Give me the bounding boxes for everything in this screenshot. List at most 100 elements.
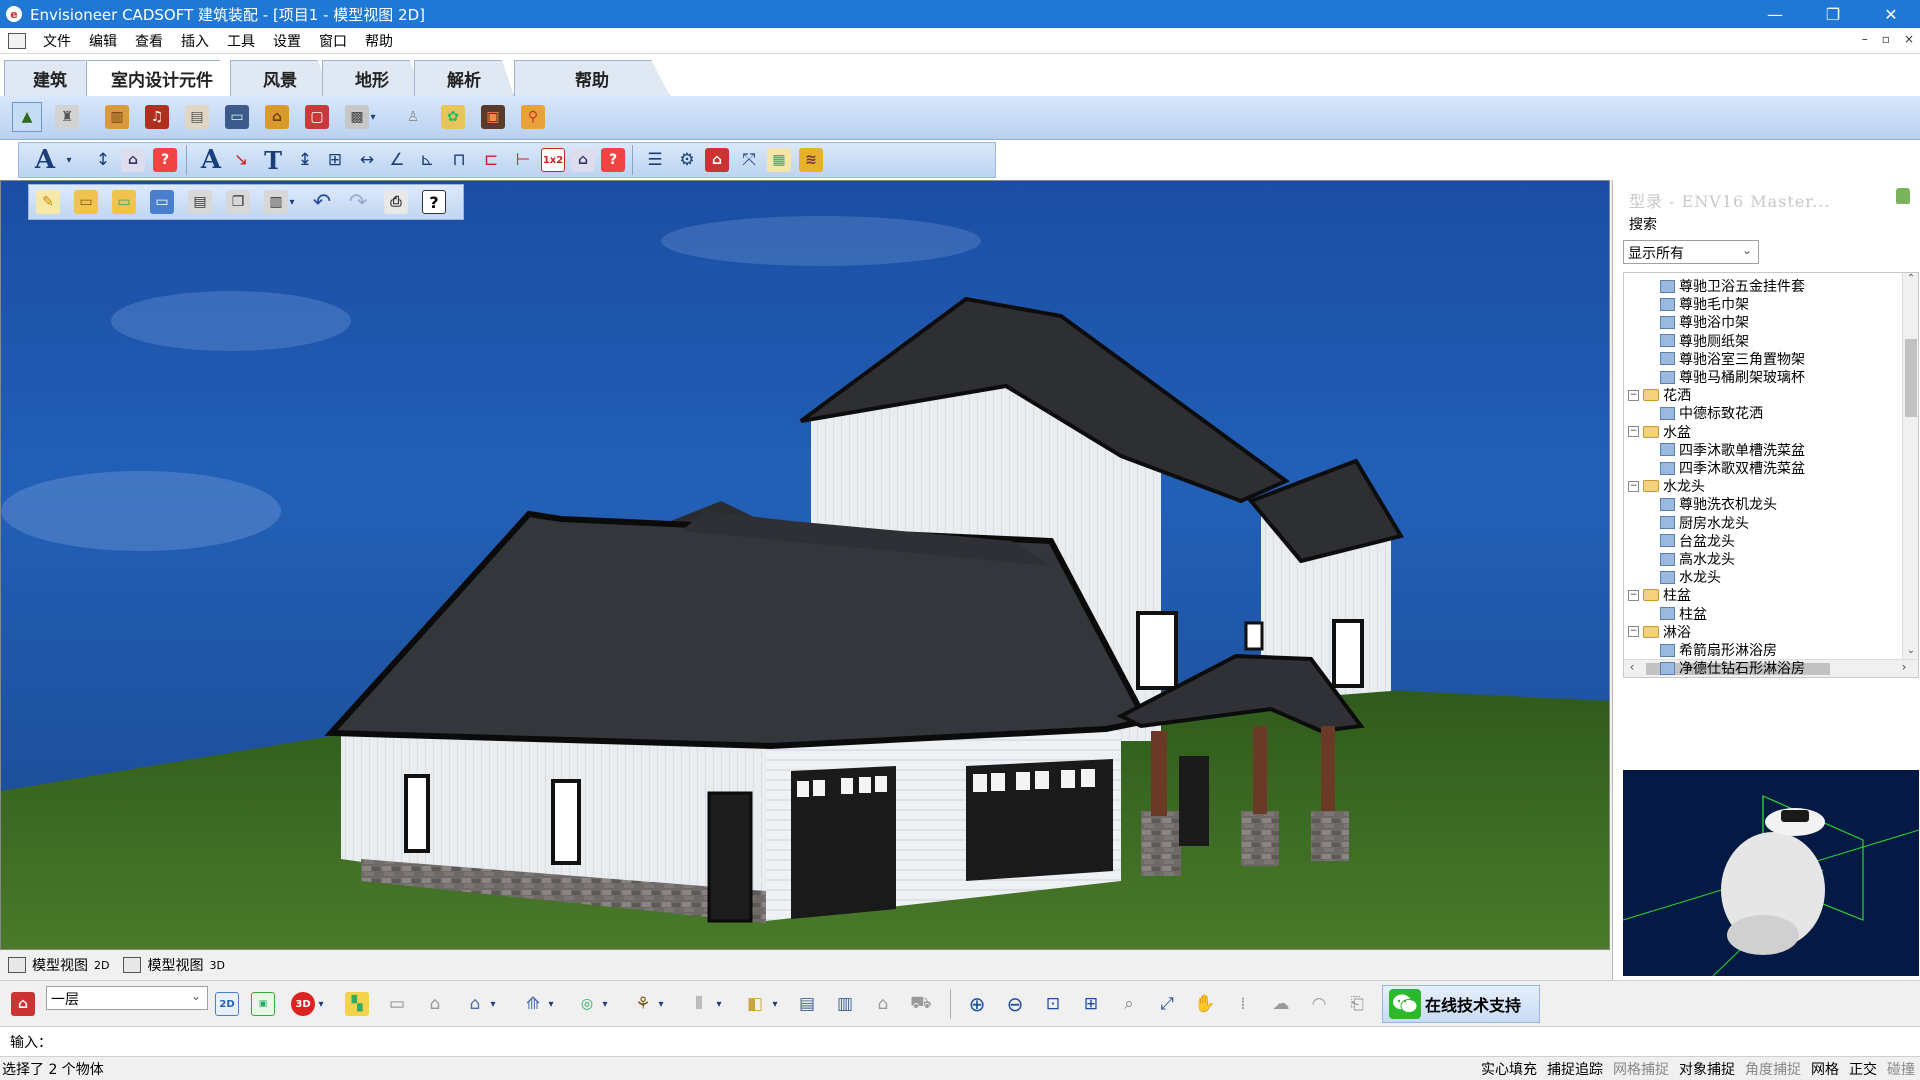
menu-insert[interactable]: 插入 [172,31,218,51]
tree-vertical-scrollbar[interactable]: ⌃ ⌄ [1902,273,1918,661]
decor-dropdown-icon[interactable]: ▾ [366,102,380,132]
tree-item[interactable]: 箭牌一字形淋浴房 [1660,677,1791,678]
menu-window[interactable]: 窗口 [310,31,356,51]
catalog-filter-select[interactable]: 显示所有 ⌄ [1623,240,1759,264]
zoom-window-icon[interactable]: ⊡ [1038,989,1068,1019]
collapse-icon[interactable]: − [1628,426,1639,438]
spotlight-dropdown-icon[interactable]: ▾ [654,989,668,1019]
tree-item[interactable]: 尊驰厕纸架 [1660,332,1749,350]
scroll-left-icon[interactable]: ‹ [1624,660,1640,677]
tree-item[interactable]: 净德仕钻石形淋浴房 [1660,659,1805,677]
floor-manager-icon[interactable]: ⌂ [8,989,38,1019]
new-file-icon[interactable]: ✎ [33,187,63,217]
scroll-up-icon[interactable]: ⌃ [1903,273,1918,289]
status-toggle[interactable]: 捕捉追踪 [1542,1059,1608,1079]
tree-item[interactable]: 四季沐歌双槽洗菜盆 [1660,459,1805,477]
mdi-minimize-button[interactable]: – [1862,32,1868,46]
select-pointer-icon[interactable]: ▲ [12,102,42,132]
plumbing-icon[interactable]: ⚲ [518,102,548,132]
close-button[interactable]: ✕ [1862,0,1920,28]
zoom-out-icon[interactable]: ⊖ [1000,989,1030,1019]
menu-view[interactable]: 查看 [126,31,172,51]
fireplace-icon[interactable]: ▣ [478,102,508,132]
report-chart-icon[interactable]: ▦ [764,145,794,175]
online-support-button[interactable]: 在线技术支持 [1382,985,1540,1023]
dimension-vertical-icon[interactable]: ↕ [88,145,118,175]
fly-icon[interactable]: ☁ [1266,989,1296,1019]
tree-item[interactable]: 尊驰浴室三角置物架 [1660,350,1805,368]
menu-file[interactable]: 文件 [34,31,80,51]
text-box-icon[interactable]: T [258,145,288,175]
dimension-icon[interactable]: ↨ [290,145,320,175]
render-modes-icon[interactable]: ▚ [342,989,372,1019]
tree-item[interactable]: 厨房水龙头 [1660,514,1749,532]
fence-dropdown-icon[interactable]: ▾ [712,989,726,1019]
collapse-icon[interactable]: − [1628,589,1639,601]
exterior-view-icon[interactable]: ⌂ [868,989,898,1019]
headset-icon[interactable]: ◠ [1304,989,1334,1019]
open-recent-icon[interactable]: ▭ [109,187,139,217]
text-style-dropdown-icon[interactable]: ▾ [62,145,76,175]
lamp-icon[interactable]: ♙ [398,102,428,132]
tree-folder[interactable]: − 水盆 [1628,423,1691,441]
layers-icon[interactable]: ≋ [796,145,826,175]
baseline-dimension-icon[interactable]: ⊏ [476,145,506,175]
chain-dimension-icon[interactable]: ⊢ [508,145,538,175]
status-toggle[interactable]: 正交 [1844,1059,1882,1079]
status-toggle[interactable]: 网格 [1806,1059,1844,1079]
magnifier-icon[interactable]: ⌕ [1114,989,1144,1019]
tree-item[interactable]: 水龙头 [1660,568,1721,586]
leader-text-icon[interactable]: ↘ [226,145,256,175]
cube-icon[interactable]: ◧ [740,989,770,1019]
scroll-right-icon[interactable]: › [1896,660,1912,677]
elevation-view-icon[interactable]: ▤ [792,989,822,1019]
fence-icon[interactable]: ⦀ [684,989,714,1019]
status-toggle[interactable]: 角度捕捉 [1740,1059,1806,1079]
house-view-dropdown-icon[interactable]: ▾ [486,989,500,1019]
section-view-icon[interactable]: ▥ [830,989,860,1019]
cube-dropdown-icon[interactable]: ▾ [768,989,782,1019]
catalog-dropdown-icon[interactable]: ▾ [285,187,299,217]
text-icon[interactable]: A [196,145,226,175]
tree-item[interactable]: 高水龙头 [1660,550,1735,568]
document-icon[interactable] [8,32,26,49]
tree-folder[interactable]: − 水龙头 [1628,477,1705,495]
room-info-icon[interactable]: ⌂ [568,145,598,175]
tree-item[interactable]: 台盆龙头 [1660,532,1735,550]
tree-item[interactable]: 尊驰洗衣机龙头 [1660,495,1777,513]
menu-help[interactable]: 帮助 [356,31,402,51]
tree-item[interactable]: 四季沐歌单槽洗菜盆 [1660,441,1805,459]
cabinet-icon[interactable]: ▥ [102,102,132,132]
folder-icon[interactable]: ▭ [147,187,177,217]
open-folder-icon[interactable]: ▭ [71,187,101,217]
help-object-icon[interactable]: ? [598,145,628,175]
tree-item[interactable]: 柱盆 [1660,605,1707,623]
tab-landscape[interactable]: 风景 [230,60,330,96]
tree-item[interactable]: 中德标致花洒 [1660,404,1763,422]
view-2d-3d-icon[interactable]: ▣ [248,989,278,1019]
zoom-extents-icon[interactable]: ⊞ [1076,989,1106,1019]
roof-view-icon[interactable]: ⌂ [420,989,450,1019]
status-toggle[interactable]: 实心填充 [1476,1059,1542,1079]
angular-dimension-icon[interactable]: ∠ [382,145,412,175]
collapse-icon[interactable]: − [1628,626,1639,638]
zoom-in-icon[interactable]: ⊕ [962,989,992,1019]
dimension-box-icon[interactable]: ⊞ [320,145,350,175]
settings-gear-icon[interactable]: ⚙ [672,145,702,175]
tab-building[interactable]: 建筑 [4,60,96,96]
collapse-icon[interactable]: − [1628,480,1639,492]
redo-icon[interactable]: ↷ [343,187,373,217]
view-2d-icon[interactable]: 2D [212,989,242,1019]
collapse-icon[interactable]: − [1628,389,1639,401]
pan-hand-icon[interactable]: ✋ [1190,989,1220,1019]
help-icon[interactable]: ? [419,187,449,217]
command-input-line[interactable]: 输入： [0,1026,1920,1056]
tab-model-view-3d[interactable]: 模型视图 3D [123,955,225,975]
print-icon[interactable]: ⎙ [381,187,411,217]
view-3d-dropdown-icon[interactable]: ▾ [314,989,328,1019]
tree-item[interactable]: 尊驰卫浴五金挂件套 [1660,277,1805,295]
stair-dimension-icon[interactable]: ⊓ [444,145,474,175]
tab-terrain[interactable]: 地形 [322,60,422,96]
scroll-thumb[interactable] [1905,339,1917,417]
tree-folder[interactable]: − 淋浴 [1628,623,1691,641]
